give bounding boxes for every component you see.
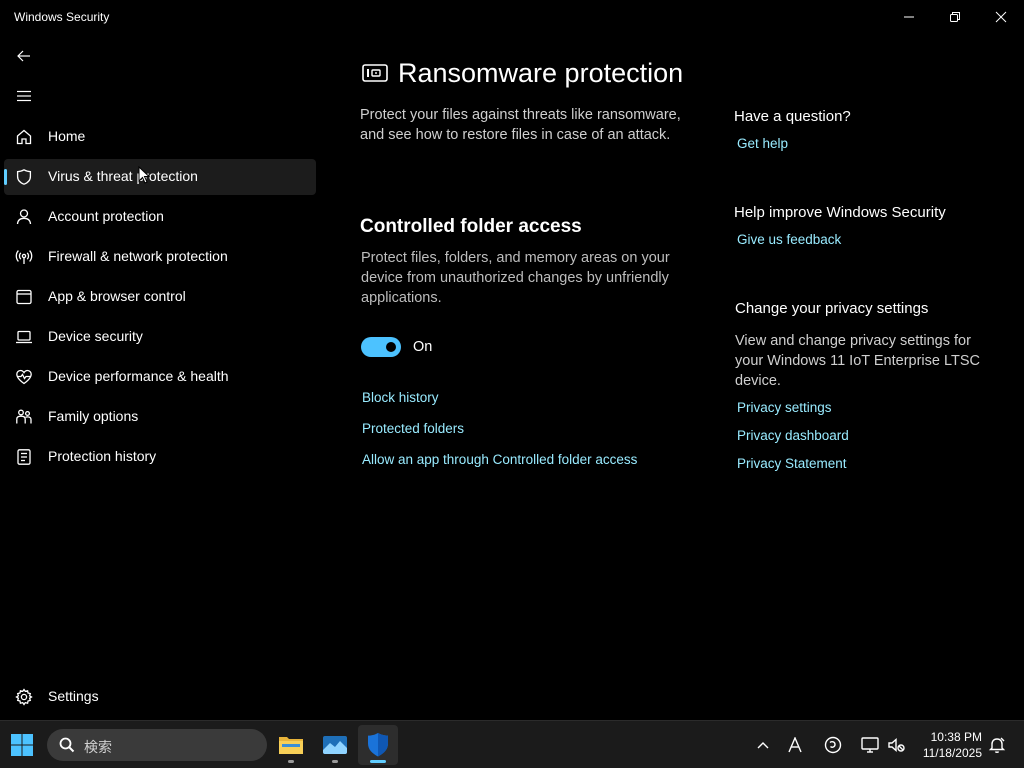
sidebar-item-label: Account protection [48, 208, 164, 224]
network-button[interactable] [858, 733, 882, 757]
back-arrow-icon [17, 50, 30, 62]
sidebar-item-app-browser-control[interactable]: App & browser control [4, 279, 316, 315]
privacy-description: View and change privacy settings for you… [735, 333, 980, 389]
sidebar-item-label: Protection history [48, 448, 157, 464]
family-icon [15, 408, 33, 426]
block-history-link[interactable]: Block history [362, 390, 439, 405]
show-hidden-icons-button[interactable] [751, 733, 775, 757]
restore-icon [950, 12, 960, 22]
close-icon [995, 11, 1007, 23]
shield-icon [368, 733, 388, 757]
menu-button[interactable] [10, 82, 38, 110]
sidebar-item-account-protection[interactable]: Account protection [4, 199, 316, 235]
history-icon [15, 448, 33, 466]
privacy-dashboard-link[interactable]: Privacy dashboard [737, 428, 849, 443]
windows-security-taskbar-button[interactable] [358, 725, 398, 765]
sidebar-item-label: Family options [48, 408, 139, 424]
sidebar-item-label: App & browser control [48, 288, 186, 304]
taskbar-clock[interactable]: 10:38 PM 11/18/2025 [912, 729, 982, 761]
title-bar: Windows Security [0, 0, 1024, 34]
sidebar-item-settings[interactable]: Settings [4, 679, 316, 715]
help-improve-heading: Help improve Windows Security [734, 204, 946, 221]
hamburger-icon [17, 90, 31, 102]
sidebar-item-device-performance-health[interactable]: Device performance & health [4, 359, 316, 395]
settings-label: Settings [48, 688, 99, 704]
allow-app-link[interactable]: Allow an app through Controlled folder a… [362, 452, 637, 467]
sidebar-item-home[interactable]: Home [4, 119, 316, 155]
network-icon [861, 737, 879, 753]
photos-icon [323, 736, 347, 754]
close-button[interactable] [978, 0, 1024, 34]
page-description: Protect your files against threats like … [360, 107, 681, 143]
sidebar-item-device-security[interactable]: Device security [4, 319, 316, 355]
notification-bell-icon [988, 737, 1006, 753]
folder-icon [279, 737, 303, 754]
toggle-state-label: On [413, 339, 433, 355]
home-icon [15, 128, 33, 146]
ime-mode-icon [824, 736, 842, 754]
sidebar-item-label: Device security [48, 328, 143, 344]
sidebar-item-virus-threat-protection[interactable]: Virus & threat protection [4, 159, 316, 195]
shield-icon [15, 168, 33, 186]
taskbar-search-box[interactable]: 検索 [47, 729, 267, 761]
privacy-settings-link[interactable]: Privacy settings [737, 400, 832, 415]
section-description: Protect files, folders, and memory areas… [361, 250, 670, 306]
search-icon [59, 737, 75, 753]
mouse-cursor-icon [138, 166, 150, 184]
section-title-controlled-folder-access: Controlled folder access [360, 216, 582, 237]
taskbar: 検索 10:38 PM 11/18/2025 [0, 720, 1024, 768]
clock-date: 11/18/2025 [922, 746, 982, 760]
start-button[interactable] [2, 725, 42, 765]
app-window-icon [15, 288, 33, 306]
ime-mode-button[interactable] [821, 733, 845, 757]
file-explorer-taskbar-button[interactable] [271, 725, 311, 765]
have-question-heading: Have a question? [734, 108, 851, 125]
photos-taskbar-button[interactable] [315, 725, 355, 765]
windows-logo-icon [11, 734, 33, 756]
volume-muted-icon [888, 737, 905, 753]
privacy-heading: Change your privacy settings [735, 300, 929, 317]
person-icon [15, 208, 33, 226]
sidebar-item-family-options[interactable]: Family options [4, 399, 316, 435]
notifications-button[interactable] [985, 733, 1009, 757]
active-app-indicator [370, 760, 386, 763]
back-button[interactable] [10, 42, 38, 70]
chevron-up-icon [757, 742, 769, 749]
toggle-knob [386, 342, 396, 352]
minimize-button[interactable] [886, 0, 932, 34]
sidebar-item-label: Virus & threat protection [48, 168, 198, 184]
sidebar-item-protection-history[interactable]: Protection history [4, 439, 316, 475]
ransomware-icon [362, 64, 388, 82]
volume-button[interactable] [884, 733, 908, 757]
running-indicator [332, 760, 338, 763]
laptop-icon [15, 328, 33, 346]
ime-a-icon [788, 737, 802, 753]
sidebar-item-firewall-network-protection[interactable]: Firewall & network protection [4, 239, 316, 275]
app-title: Windows Security [14, 10, 110, 24]
running-indicator [288, 760, 294, 763]
get-help-link[interactable]: Get help [737, 136, 788, 151]
controlled-folder-access-toggle[interactable] [361, 337, 401, 357]
search-placeholder: 検索 [84, 739, 112, 755]
sidebar-item-label: Firewall & network protection [48, 248, 228, 264]
protected-folders-link[interactable]: Protected folders [362, 421, 464, 436]
page-title: Ransomware protection [398, 58, 684, 88]
selection-indicator [4, 169, 7, 185]
antenna-icon [15, 248, 33, 266]
heart-icon [15, 368, 33, 386]
sidebar-item-label: Home [48, 128, 86, 144]
give-feedback-link[interactable]: Give us feedback [737, 232, 841, 247]
sidebar-item-label: Device performance & health [48, 368, 229, 384]
restore-button[interactable] [932, 0, 978, 34]
gear-icon [15, 688, 33, 706]
minimize-icon [904, 16, 914, 18]
privacy-statement-link[interactable]: Privacy Statement [737, 456, 847, 471]
clock-time: 10:38 PM [930, 730, 982, 744]
input-indicator-button[interactable] [783, 733, 807, 757]
